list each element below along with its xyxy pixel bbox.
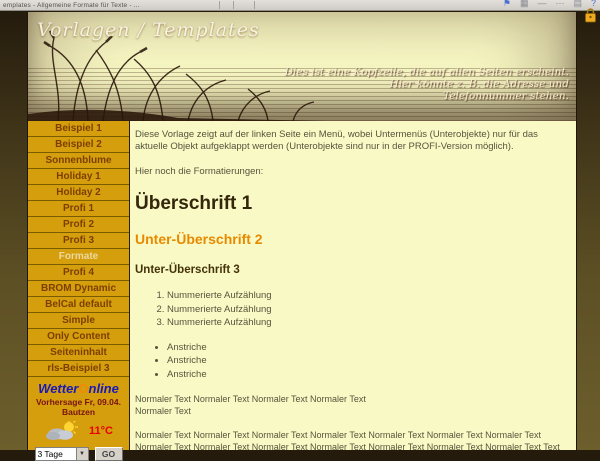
tab-divider (219, 1, 220, 9)
sidebar-item-seiteninhalt[interactable]: Seiteninhalt (28, 345, 129, 361)
numbered-list-item: Nummerierte Aufzählung (167, 289, 566, 303)
tab-divider (233, 1, 234, 9)
partly-cloudy-icon (44, 421, 80, 441)
sidebar-item-belcal-default[interactable]: BelCal default (28, 297, 129, 313)
forecast-date-label: Vorhersage Fr, 09.04. (28, 397, 129, 407)
tagline-line: Hier könnte z. B. die Adresse und (285, 78, 569, 90)
weather-controls: 3 Tage ▼ GO (28, 447, 129, 461)
grid-icon[interactable]: ▦ (520, 0, 529, 9)
sidebar-item-profi-4[interactable]: Profi 4 (28, 265, 129, 281)
sidebar-item-holiday-1[interactable]: Holiday 1 (28, 169, 129, 185)
weather-condition-row: 11°C (28, 421, 129, 441)
browser-toolbar-icons: ⚑ ▦ — ⋯ ▤ ? (503, 0, 596, 9)
sun-o-icon: O (78, 381, 88, 396)
sidebar-item-beispiel-2[interactable]: Beispiel 2 (28, 137, 129, 153)
logo-text-wetter: Wetter (38, 381, 78, 396)
logo-text-nline: nline (89, 381, 119, 396)
heading-3: Unter-Überschrift 3 (135, 264, 566, 276)
sidebar-item-simple[interactable]: Simple (28, 313, 129, 329)
content-area: Diese Vorlage zeigt auf der linken Seite… (130, 121, 576, 450)
normal-text-paragraph: Normaler Text Normaler Text Normaler Tex… (135, 394, 566, 417)
tagline-line: Telefonnummer stehen. (285, 90, 569, 102)
normal-text-long-paragraph: Normaler Text Normaler Text Normaler Tex… (135, 430, 566, 450)
minimize-icon[interactable]: — (537, 0, 546, 9)
lock-icon[interactable] (584, 8, 597, 23)
bullet-list-item: Anstriche (167, 341, 566, 355)
header-image: Vorlagen / Templates Dies ist eine Kopfz… (28, 12, 576, 121)
numbered-list-item: Nummerierte Aufzählung (167, 303, 566, 317)
bullet-list-item: Anstriche (167, 354, 566, 368)
bullet-list-item: Anstriche (167, 368, 566, 382)
sidebar-menu: Beispiel 1 Beispiel 2 Sonnenblume Holida… (28, 121, 130, 450)
sidebar-item-beispiel-1[interactable]: Beispiel 1 (28, 121, 129, 137)
formats-intro-paragraph: Hier noch die Formatierungen: (135, 166, 566, 178)
numbered-list-item: Nummerierte Aufzählung (167, 316, 566, 330)
bullet-list: Anstriche Anstriche Anstriche (135, 341, 566, 382)
numbered-list: Nummerierte Aufzählung Nummerierte Aufzä… (135, 289, 566, 330)
main-row: Beispiel 1 Beispiel 2 Sonnenblume Holida… (28, 121, 576, 450)
website-template: Vorlagen / Templates Dies ist eine Kopfz… (27, 12, 577, 450)
weather-widget: WetterOnline Vorhersage Fr, 09.04. Bautz… (28, 377, 129, 461)
browser-bar: emplates - Allgemeine Formate für Texte … (0, 0, 600, 11)
wetteronline-logo[interactable]: WetterOnline (28, 382, 129, 395)
heading-2: Unter-Überschrift 2 (135, 231, 566, 247)
tab-divider (254, 1, 255, 9)
normal-text-line: Normaler Text Normaler Text Normaler Tex… (135, 394, 566, 406)
sidebar-item-formate[interactable]: Formate (28, 249, 129, 265)
tagline-line: Dies ist eine Kopfzeile, die auf allen S… (285, 66, 569, 78)
site-title: Vorlagen / Templates (37, 19, 260, 41)
dots-icon[interactable]: ⋯ (555, 0, 564, 9)
intro-paragraph: Diese Vorlage zeigt auf der linken Seite… (135, 129, 566, 153)
heading-1: Überschrift 1 (135, 193, 566, 215)
normal-text-line: Normaler Text (135, 406, 566, 418)
sidebar-item-only-content[interactable]: Only Content (28, 329, 129, 345)
temperature-value: 11°C (89, 425, 113, 437)
page-icon[interactable]: ▤ (573, 0, 582, 9)
sidebar-item-profi-1[interactable]: Profi 1 (28, 201, 129, 217)
sidebar-item-brom-dynamic[interactable]: BROM Dynamic (28, 281, 129, 297)
sidebar-item-sonnenblume[interactable]: Sonnenblume (28, 153, 129, 169)
browser-tab-title[interactable]: emplates - Allgemeine Formate für Texte … (3, 0, 140, 10)
page-background: Vorlagen / Templates Dies ist eine Kopfz… (0, 11, 600, 450)
sidebar-item-rls-beispiel-3[interactable]: rls-Beispiel 3 (28, 361, 129, 377)
bookmark-flag-icon[interactable]: ⚑ (503, 0, 511, 9)
forecast-city-label: Bautzen (28, 407, 129, 417)
screenshot-root: { "browser": { "tab_title": "emplates - … (0, 0, 600, 450)
sidebar-item-profi-2[interactable]: Profi 2 (28, 217, 129, 233)
forecast-range-select[interactable]: 3 Tage ▼ (35, 447, 89, 461)
sidebar-item-profi-3[interactable]: Profi 3 (28, 233, 129, 249)
header-tagline: Dies ist eine Kopfzeile, die auf allen S… (285, 66, 569, 102)
go-button[interactable]: GO (95, 447, 123, 461)
sidebar-item-holiday-2[interactable]: Holiday 2 (28, 185, 129, 201)
